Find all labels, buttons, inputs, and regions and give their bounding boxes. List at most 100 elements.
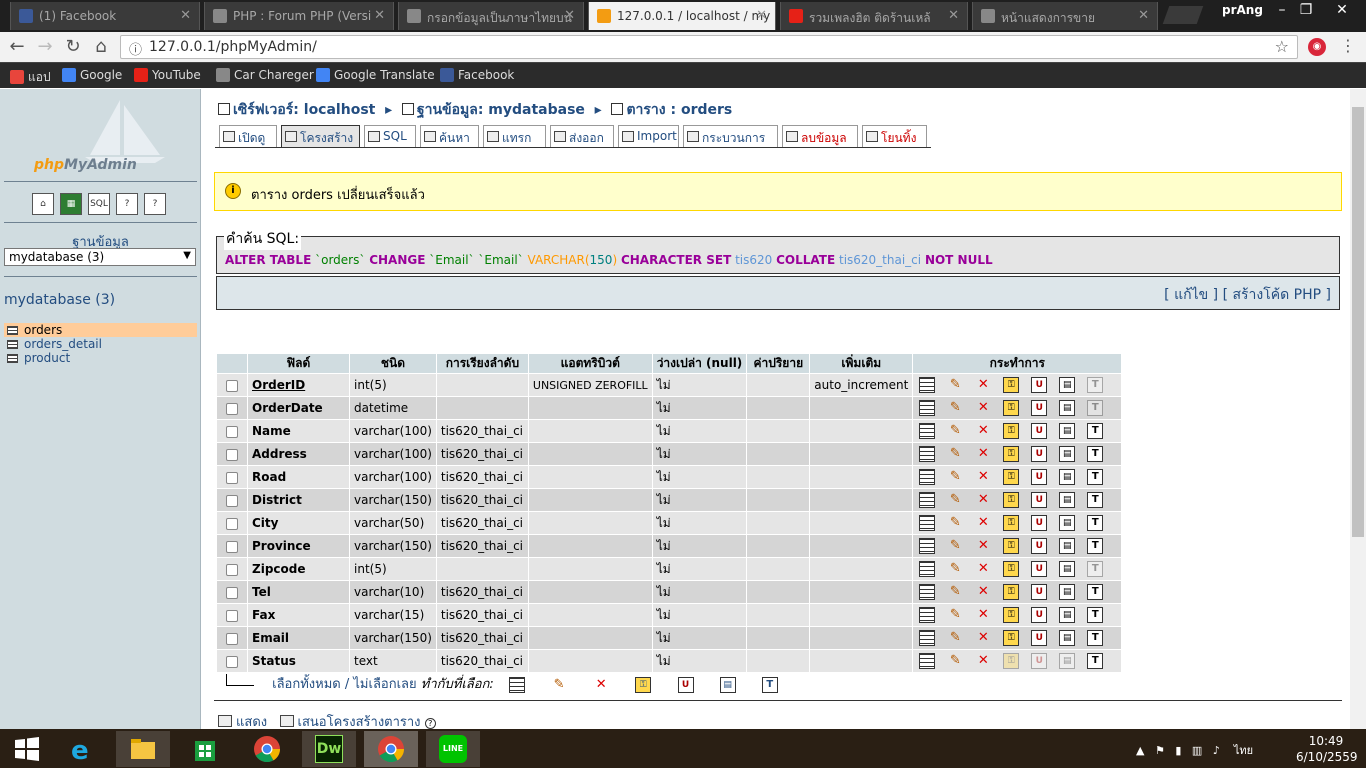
help-icon[interactable]: ? <box>424 718 436 729</box>
fulltext-icon[interactable]: T <box>1087 630 1104 646</box>
index-icon[interactable]: ▤ <box>1059 630 1076 646</box>
fulltext-icon[interactable]: T <box>1087 446 1104 462</box>
index-selected-icon[interactable]: ▤ <box>719 676 736 693</box>
bookmark-item[interactable]: Car Chareger <box>216 68 314 82</box>
forward-icon[interactable]: → <box>34 36 56 57</box>
browse-icon[interactable] <box>919 653 936 669</box>
edit-icon[interactable]: ✎ <box>947 492 963 508</box>
unique-icon[interactable]: U <box>1031 584 1048 600</box>
fulltext-icon[interactable]: T <box>1087 584 1104 600</box>
drop-icon[interactable]: ✕ <box>975 515 991 531</box>
row-checkbox[interactable] <box>226 494 238 507</box>
fulltext-icon[interactable]: T <box>1087 561 1104 577</box>
drop-icon[interactable]: ✕ <box>975 630 991 646</box>
breadcrumb-database[interactable]: ฐานข้อมูล: mydatabase <box>417 102 585 118</box>
index-icon[interactable]: ▤ <box>1059 492 1076 508</box>
fulltext-icon[interactable]: T <box>1087 515 1104 531</box>
index-icon[interactable]: ▤ <box>1059 423 1076 439</box>
bookmark-item[interactable]: Google Translate <box>316 68 435 82</box>
browse-icon[interactable] <box>919 492 936 508</box>
breadcrumb-server[interactable]: เซิร์ฟเวอร์: localhost <box>233 102 375 118</box>
browse-icon[interactable] <box>919 400 936 416</box>
tab-browse[interactable]: เปิดดู <box>219 125 277 147</box>
new-tab-button[interactable] <box>1162 6 1204 24</box>
unique-icon[interactable]: U <box>1031 469 1048 485</box>
primary-key-icon[interactable]: ⚿ <box>1003 561 1020 577</box>
browse-icon[interactable] <box>919 630 936 646</box>
bookmark-item[interactable]: Google <box>62 68 122 82</box>
bookmark-star-icon[interactable]: ☆ <box>1275 37 1289 56</box>
nav-table-product[interactable]: product <box>4 351 197 365</box>
show-hidden-icons-icon[interactable]: ▲ <box>1136 744 1144 757</box>
tab-export[interactable]: ส่งออก <box>550 125 614 147</box>
column-header[interactable]: ฟิลด์ <box>248 354 349 373</box>
primary-key-icon[interactable]: ⚿ <box>1003 630 1020 646</box>
home-icon[interactable]: ⌂ <box>90 36 112 57</box>
info-icon[interactable]: ⓘ <box>129 39 142 58</box>
drop-icon[interactable]: ✕ <box>975 400 991 416</box>
browse-icon[interactable] <box>919 423 936 439</box>
fulltext-icon[interactable]: T <box>1087 492 1104 508</box>
edit-icon[interactable]: ✎ <box>947 653 963 669</box>
column-header[interactable]: การเรียงลำดับ <box>436 354 528 373</box>
close-tab-icon[interactable]: ✕ <box>180 8 191 23</box>
fulltext-icon[interactable]: T <box>1087 377 1104 393</box>
close-tab-icon[interactable]: ✕ <box>564 8 575 23</box>
fulltext-icon[interactable]: T <box>1087 400 1104 416</box>
fulltext-icon[interactable]: T <box>1087 653 1104 669</box>
minimize-icon[interactable]: – <box>1270 2 1294 18</box>
drop-icon[interactable]: ✕ <box>975 584 991 600</box>
index-icon[interactable]: ▤ <box>1059 446 1076 462</box>
primary-key-icon[interactable]: ⚿ <box>1003 469 1020 485</box>
browse-icon[interactable] <box>919 607 936 623</box>
primary-key-icon[interactable]: ⚿ <box>1003 584 1020 600</box>
primary-key-icon[interactable]: ⚿ <box>1003 515 1020 531</box>
drop-icon[interactable]: ✕ <box>975 538 991 554</box>
row-checkbox[interactable] <box>226 563 238 576</box>
fulltext-icon[interactable]: T <box>1087 423 1104 439</box>
row-checkbox[interactable] <box>226 609 238 622</box>
propose-structure-link[interactable]: เสนอโครงสร้างตาราง <box>298 715 421 730</box>
fulltext-selected-icon[interactable]: T <box>761 676 778 693</box>
browser-tab[interactable]: PHP : Forum PHP (Versi ✕ <box>204 2 394 30</box>
phpmyadmin-logo[interactable]: phpMyAdmin <box>34 157 137 173</box>
bookmark-item[interactable]: Facebook <box>440 68 514 82</box>
input-language[interactable]: ไทย <box>1234 744 1253 757</box>
current-database-link[interactable]: mydatabase (3) <box>4 292 115 308</box>
database-select[interactable]: mydatabase (3) ▼ <box>4 248 196 266</box>
browser-tab[interactable]: รวมเพลงฮิต ติดร้านเหล้ ✕ <box>780 2 968 30</box>
restore-icon[interactable]: ❐ <box>1294 2 1318 18</box>
primary-key-icon[interactable]: ⚿ <box>1003 607 1020 623</box>
primary-key-icon[interactable]: ⚿ <box>1003 377 1020 393</box>
mysql-docs-icon[interactable]: ? <box>144 193 166 215</box>
row-checkbox[interactable] <box>226 471 238 484</box>
edit-icon[interactable]: ✎ <box>947 446 963 462</box>
network-icon[interactable]: ▥ <box>1192 744 1202 757</box>
row-checkbox[interactable] <box>226 632 238 645</box>
drop-selected-icon[interactable]: ✕ <box>593 677 609 693</box>
edit-icon[interactable]: ✎ <box>947 584 963 600</box>
address-bar[interactable]: ⓘ 127.0.0.1/phpMyAdmin/ ☆ <box>120 35 1298 59</box>
index-icon[interactable]: ▤ <box>1059 561 1076 577</box>
primary-key-icon[interactable]: ⚿ <box>1003 400 1020 416</box>
tab-empty[interactable]: ลบข้อมูล <box>782 125 858 147</box>
reload-icon[interactable]: ↻ <box>62 36 84 57</box>
index-icon[interactable]: ▤ <box>1059 515 1076 531</box>
chrome-menu-icon[interactable]: ⋮ <box>1340 36 1356 55</box>
table-icon[interactable] <box>7 354 18 363</box>
documentation-icon[interactable]: ? <box>116 193 138 215</box>
drop-icon[interactable]: ✕ <box>975 446 991 462</box>
tab-sql[interactable]: SQL <box>364 125 416 147</box>
nav-table-orders[interactable]: orders <box>4 323 197 337</box>
drop-icon[interactable]: ✕ <box>975 607 991 623</box>
unique-selected-icon[interactable]: U <box>677 676 694 693</box>
taskbar-line[interactable]: LINE <box>426 731 480 767</box>
close-tab-icon[interactable]: ✕ <box>948 8 959 23</box>
browse-selected-icon[interactable] <box>508 676 525 693</box>
drop-icon[interactable]: ✕ <box>975 423 991 439</box>
edit-icon[interactable]: ✎ <box>947 607 963 623</box>
fulltext-icon[interactable]: T <box>1087 538 1104 554</box>
fulltext-icon[interactable]: T <box>1087 607 1104 623</box>
index-icon[interactable]: ▤ <box>1059 400 1076 416</box>
taskbar-chrome-active[interactable] <box>364 731 418 767</box>
